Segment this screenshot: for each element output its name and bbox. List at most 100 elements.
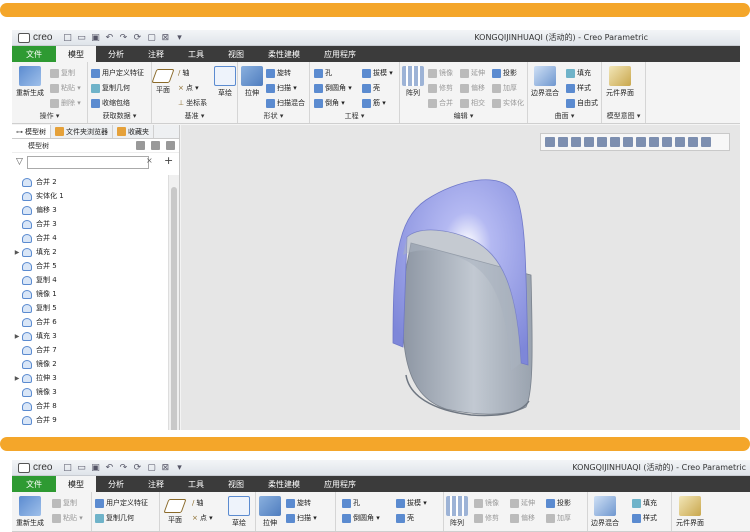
csys-button[interactable]: ⊥ 坐标系 xyxy=(178,98,207,108)
group-title-model-intent[interactable]: 模型意图 ▾ xyxy=(602,111,645,121)
chamfer-button[interactable]: 倒角 ▾ xyxy=(314,98,345,108)
tree-item[interactable]: ▶ 拉伸 3 xyxy=(12,371,167,385)
pattern-button[interactable]: 阵列 xyxy=(446,496,468,528)
thicken-button[interactable]: 加厚 xyxy=(492,83,517,93)
swept-blend-button[interactable]: 扫描混合 xyxy=(266,98,305,108)
tree-item[interactable]: 镜像 2 xyxy=(12,357,167,371)
tree-item[interactable]: 合并 4 xyxy=(12,231,167,245)
pattern-button[interactable]: 阵列 xyxy=(402,66,424,98)
component-interface-button[interactable]: 元件界面 xyxy=(676,496,704,528)
shell-button[interactable]: 壳 xyxy=(362,83,380,93)
tab-flexible-modeling[interactable]: 柔性建模 xyxy=(256,476,312,492)
sweep-button[interactable]: 扫描 ▾ xyxy=(266,83,297,93)
tree-item[interactable]: 实体化 1 xyxy=(12,189,167,203)
copy-button[interactable]: 复制 xyxy=(52,498,77,508)
graphics-viewport[interactable] xyxy=(181,125,740,430)
extend-button[interactable]: 延伸 xyxy=(460,68,485,78)
tab-analysis[interactable]: 分析 xyxy=(96,476,136,492)
style-button[interactable]: 样式 xyxy=(566,83,591,93)
intersect-button[interactable]: 相交 xyxy=(460,98,485,108)
tree-item[interactable]: 偏移 3 xyxy=(12,203,167,217)
paste-button[interactable]: 粘贴 ▾ xyxy=(50,83,81,93)
add-filter-icon[interactable]: + xyxy=(164,154,173,167)
project-button[interactable]: 投影 xyxy=(546,498,571,508)
group-title-datum[interactable]: 基准 ▾ xyxy=(152,111,237,121)
columns-icon[interactable] xyxy=(166,141,175,150)
udf-button[interactable]: 用户定义特征 xyxy=(95,498,148,508)
filter-icon[interactable]: ▽ xyxy=(16,157,23,167)
show-icon[interactable] xyxy=(151,141,160,150)
copy-geometry-button[interactable]: 复制几何 xyxy=(95,513,134,523)
project-button[interactable]: 投影 xyxy=(492,68,517,78)
window-icon[interactable]: ▢ xyxy=(146,463,156,473)
solidify-button[interactable]: 实体化 xyxy=(492,98,524,108)
rib-button[interactable]: 筋 ▾ xyxy=(362,98,386,108)
extend-button[interactable]: 延伸 xyxy=(510,498,535,508)
regenerate-icon[interactable]: ⟳ xyxy=(132,33,142,43)
tree-item[interactable]: 合并 9 xyxy=(12,413,167,427)
dropdown-chevron-icon[interactable]: ▾ xyxy=(174,33,184,43)
axis-button[interactable]: / 轴 xyxy=(192,498,203,508)
plane-button[interactable]: 平面 xyxy=(163,496,187,525)
tree-item[interactable]: 合并 3 xyxy=(12,217,167,231)
tab-folder-browser[interactable]: 文件夹浏览器 xyxy=(51,125,113,138)
expand-arrow-icon[interactable]: ▶ xyxy=(12,249,22,256)
save-icon[interactable]: ▣ xyxy=(90,33,100,43)
offset-button[interactable]: 偏移 xyxy=(460,83,485,93)
tree-item[interactable]: 合并 6 xyxy=(12,315,167,329)
tree-search-input[interactable] xyxy=(26,155,149,169)
group-title-get-data[interactable]: 获取数据 ▾ xyxy=(88,111,151,121)
hole-button[interactable]: 孔 xyxy=(314,68,332,78)
tab-view[interactable]: 视图 xyxy=(216,476,256,492)
tab-tools[interactable]: 工具 xyxy=(176,476,216,492)
tab-analysis[interactable]: 分析 xyxy=(96,46,136,62)
mirror-button[interactable]: 镜像 xyxy=(428,68,453,78)
tab-favorites[interactable]: 收藏夹 xyxy=(113,125,154,138)
draft-button[interactable]: 拔模 ▾ xyxy=(396,498,427,508)
tree-item[interactable]: 合并 2 xyxy=(12,175,167,189)
point-button[interactable]: × 点 ▾ xyxy=(192,513,213,523)
tab-tools[interactable]: 工具 xyxy=(176,46,216,62)
tab-model[interactable]: 模型 xyxy=(56,476,96,492)
shrinkwrap-button[interactable]: 收缩包络 xyxy=(91,98,130,108)
revolve-button[interactable]: 旋转 xyxy=(266,68,291,78)
hole-button[interactable]: 孔 xyxy=(342,498,360,508)
tree-item[interactable]: 复制 4 xyxy=(12,273,167,287)
paste-button[interactable]: 粘贴 ▾ xyxy=(52,513,83,523)
redo-icon[interactable]: ↷ xyxy=(118,463,128,473)
redo-icon[interactable]: ↷ xyxy=(118,33,128,43)
extrude-button[interactable]: 拉伸 xyxy=(259,496,281,528)
tab-model[interactable]: 模型 xyxy=(56,46,96,62)
close-window-icon[interactable]: ⊠ xyxy=(160,33,170,43)
tree-item[interactable]: 镜像 3 xyxy=(12,385,167,399)
scrollbar-thumb[interactable] xyxy=(171,187,177,430)
shell-button[interactable]: 壳 xyxy=(396,513,414,523)
new-file-icon[interactable]: □ xyxy=(62,33,72,43)
3d-model-view[interactable] xyxy=(181,125,740,430)
sketch-button[interactable]: 草绘 xyxy=(214,66,236,98)
plane-button[interactable]: 平面 xyxy=(151,66,175,95)
tab-model-tree[interactable]: ⊶ 模型树 xyxy=(12,125,51,138)
tab-annotate[interactable]: 注释 xyxy=(136,46,176,62)
tree-item[interactable]: 合并 8 xyxy=(12,399,167,413)
expand-arrow-icon[interactable]: ▶ xyxy=(12,375,22,382)
dropdown-chevron-icon[interactable]: ▾ xyxy=(174,463,184,473)
thicken-button[interactable]: 加厚 xyxy=(546,513,571,523)
tree-item[interactable]: ▶ 填充 3 xyxy=(12,329,167,343)
new-file-icon[interactable]: □ xyxy=(62,463,72,473)
boundary-blend-button[interactable]: 边界混合 xyxy=(591,496,619,528)
point-button[interactable]: × 点 ▾ xyxy=(178,83,199,93)
model-tree-scrollbar[interactable] xyxy=(168,175,179,430)
group-title-surfaces[interactable]: 曲面 ▾ xyxy=(528,111,601,121)
window-icon[interactable]: ▢ xyxy=(146,33,156,43)
trim-button[interactable]: 修剪 xyxy=(474,513,499,523)
fill-button[interactable]: 填充 xyxy=(566,68,591,78)
delete-button[interactable]: 删除 ▾ xyxy=(50,98,81,108)
tab-file[interactable]: 文件 xyxy=(12,46,56,62)
close-window-icon[interactable]: ⊠ xyxy=(160,463,170,473)
sketch-button[interactable]: 草绘 xyxy=(228,496,250,528)
merge-button[interactable]: 合并 xyxy=(428,98,453,108)
round-button[interactable]: 倒圆角 ▾ xyxy=(314,83,352,93)
mirror-button[interactable]: 镜像 xyxy=(474,498,499,508)
tab-view[interactable]: 视图 xyxy=(216,46,256,62)
